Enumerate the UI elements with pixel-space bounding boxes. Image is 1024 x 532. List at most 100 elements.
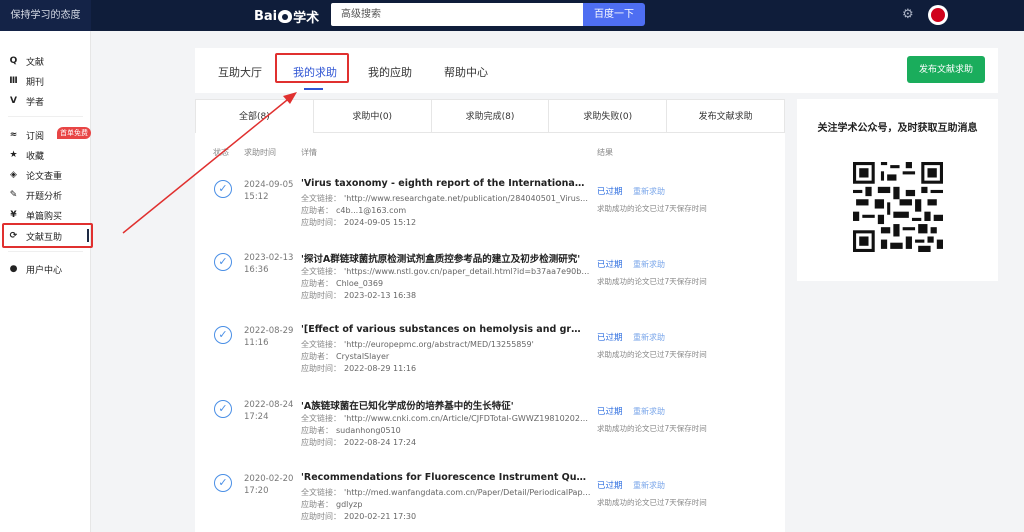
search-button[interactable]: 百度一下 — [583, 3, 645, 26]
paper-title[interactable]: 'A族链球菌在已知化学成份的培养基中的生长特征' — [301, 398, 587, 412]
sidebar-item-label: 论文查重 — [26, 171, 63, 182]
sidebar-item-plagiarism-check[interactable]: ◈ 论文查重 — [0, 165, 91, 185]
help-time: 应助时间： 2020-02-21 17:30 — [301, 512, 417, 521]
request-time: 2024-09-05 15:12 — [244, 180, 294, 202]
logo-text-left: Bai — [254, 8, 278, 24]
star-icon: ★ — [9, 150, 18, 160]
status-expired: 已过期 — [597, 481, 623, 491]
fulltext-link: 全文链接：'http://www.researchgate.net/public… — [301, 194, 591, 203]
helper-name: 应助者： gdlyzp — [301, 500, 363, 509]
sidebar-divider — [8, 251, 83, 252]
journal-icon: Ⅲ — [9, 76, 18, 86]
publish-request-button[interactable]: 发布文献求助 — [907, 56, 985, 83]
tab-my-responses[interactable]: 我的应助 — [368, 64, 412, 80]
status-note: 求助成功的论文已过7天保存时间 — [597, 277, 707, 286]
rss-icon: ≈ — [9, 130, 18, 140]
free-first-order-badge: 首单免费 — [57, 127, 91, 139]
sidebar-item-label: 文献 — [26, 57, 45, 68]
sidebar-item-user-center[interactable]: ● 用户中心 — [0, 259, 91, 279]
fulltext-link: 全文链接：'http://europepmc.org/abstract/MED/… — [301, 340, 534, 349]
paw-icon — [278, 9, 293, 23]
column-header-status: 状态 — [213, 148, 229, 157]
fulltext-link: 全文链接：'http://med.wanfangdata.com.cn/Pape… — [301, 488, 591, 497]
table-row: ✓ 2022-08-24 17:24 'A族链球菌在已知化学成份的培养基中的生长特… — [195, 392, 785, 466]
paper-title[interactable]: '探讨A群链球菌抗原检测试剂盒质控参考品的建立及初步检测研究' — [301, 251, 587, 265]
re-request-link[interactable]: 重新求助 — [633, 186, 665, 197]
wechat-follow-panel: 关注学术公众号，及时获取互助消息 — [797, 99, 998, 281]
sidebar-item-journals[interactable]: Ⅲ 期刊 — [0, 71, 91, 91]
yen-icon: ¥ — [10, 210, 17, 220]
sidebar-item-single-purchase[interactable]: ¥ 单篇购买 — [0, 205, 91, 225]
filter-tab-pending[interactable]: 求助中(0) — [313, 99, 432, 133]
sidebar-item-proposal-analysis[interactable]: ✎ 开题分析 — [0, 185, 91, 205]
top-bar: 保持学习的态度 Bai 学术 高级搜索 百度一下 ⚙ — [0, 0, 1024, 31]
sidebar-item-label: 开题分析 — [26, 191, 63, 202]
avatar[interactable] — [928, 5, 948, 25]
filter-tab-failed[interactable]: 求助失败(0) — [549, 99, 668, 133]
status-expired: 已过期 — [597, 187, 623, 197]
sidebar-item-literature[interactable]: Q 文献 — [0, 51, 91, 71]
filter-tabs: 全部(8) 求助中(0) 求助完成(8) 求助失败(0) 发布文献求助 — [195, 99, 785, 133]
annotation-highlight-box — [2, 223, 93, 248]
request-time: 2022-08-24 17:24 — [244, 400, 294, 422]
status-note: 求助成功的论文已过7天保存时间 — [597, 350, 707, 359]
helper-name: 应助者： sudanhong0510 — [301, 426, 401, 435]
check-icon: ✓ — [214, 326, 232, 344]
paper-title[interactable]: '[Effect of various substances on hemoly… — [301, 324, 587, 335]
user-icon: ● — [9, 264, 18, 274]
request-time: 2020-02-20 17:20 — [244, 474, 294, 496]
column-header-result: 结果 — [597, 148, 613, 157]
filter-tab-all[interactable]: 全部(8) — [195, 99, 314, 133]
annotation-highlight-box — [275, 53, 349, 83]
status-expired: 已过期 — [597, 407, 623, 417]
active-tab-underline — [304, 88, 323, 90]
check-icon: ✓ — [214, 180, 232, 198]
re-request-link[interactable]: 重新求助 — [633, 480, 665, 491]
status-note: 求助成功的论文已过7天保存时间 — [597, 424, 707, 433]
tab-help-hall[interactable]: 互助大厅 — [218, 64, 262, 80]
sidebar-item-scholars[interactable]: V 学者 — [0, 91, 91, 111]
fulltext-link: 全文链接：'http://www.cnki.com.cn/Article/CJF… — [301, 414, 591, 423]
sidebar-item-favorites[interactable]: ★ 收藏 — [0, 145, 91, 165]
search-input[interactable]: 高级搜索 — [331, 3, 583, 26]
filter-tab-completed[interactable]: 求助完成(8) — [431, 99, 550, 133]
paper-title[interactable]: 'Virus taxonomy - eighth report of the I… — [301, 178, 587, 189]
column-header-detail: 详情 — [301, 148, 317, 157]
request-time: 2022-08-29 11:16 — [244, 326, 294, 348]
follow-title: 关注学术公众号，及时获取互助消息 — [817, 123, 978, 134]
sidebar-item-label: 收藏 — [26, 151, 45, 162]
check-icon: ✓ — [214, 400, 232, 418]
qr-code-icon — [853, 162, 943, 252]
fulltext-link: 全文链接：'https://www.nstl.gov.cn/paper_deta… — [301, 267, 591, 276]
re-request-link[interactable]: 重新求助 — [633, 332, 665, 343]
table-row: ✓ 2024-09-05 15:12 'Virus taxonomy - eigh… — [195, 172, 785, 246]
table-row: ✓ 2020-02-20 17:20 'Recommendations for F… — [195, 466, 785, 532]
status-note: 求助成功的论文已过7天保存时间 — [597, 204, 707, 213]
pen-icon: ✎ — [9, 190, 18, 200]
helper-name: 应助者： CrystalSlayer — [301, 352, 390, 361]
sidebar-item-label: 期刊 — [26, 77, 45, 88]
helper-name: 应助者： Chloe_0369 — [301, 279, 384, 288]
sidebar-item-label: 单篇购买 — [26, 211, 63, 222]
search-icon: Q — [9, 56, 18, 66]
filter-tab-publish[interactable]: 发布文献求助 — [667, 99, 785, 133]
gear-icon[interactable]: ⚙ — [902, 8, 916, 22]
column-header-time: 求助时间 — [244, 148, 276, 157]
helper-name: 应助者： c4b...1@163.com — [301, 206, 407, 215]
help-time: 应助时间： 2024-09-05 15:12 — [301, 218, 417, 227]
sidebar-item-label: 用户中心 — [26, 265, 63, 276]
table-row: ✓ 2022-08-29 11:16 '[Effect of various su… — [195, 318, 785, 392]
baidu-xueshu-logo[interactable]: Bai 学术 — [254, 6, 319, 26]
re-request-link[interactable]: 重新求助 — [633, 259, 665, 270]
table-row: ✓ 2023-02-13 16:36 '探讨A群链球菌抗原检测试剂盒质控参考品的建… — [195, 245, 785, 319]
status-expired: 已过期 — [597, 260, 623, 270]
check-icon: ✓ — [214, 474, 232, 492]
layers-icon: ◈ — [10, 170, 17, 180]
status-expired: 已过期 — [597, 333, 623, 343]
sidebar-item-label: 学者 — [26, 97, 45, 108]
re-request-link[interactable]: 重新求助 — [633, 406, 665, 417]
check-icon: ✓ — [214, 253, 232, 271]
tab-help-center[interactable]: 帮助中心 — [444, 64, 488, 80]
sidebar-item-label: 订阅 — [26, 131, 45, 142]
paper-title[interactable]: 'Recommendations for Fluorescence Instru… — [301, 472, 587, 483]
